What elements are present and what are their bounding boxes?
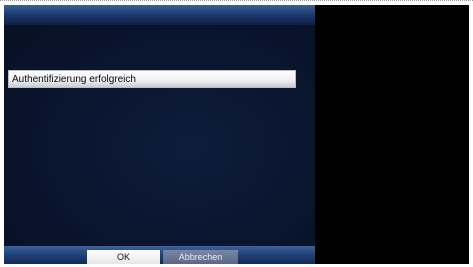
cancel-button[interactable]: Abbrechen [163,250,238,264]
dialog-header-bar [4,5,315,25]
screenshot-dotted-border [0,0,473,3]
ok-button[interactable]: OK [87,250,160,264]
ok-button-label: OK [116,252,130,262]
dialog-panel: Authentifizierung erfolgreich [4,5,315,264]
cancel-button-label: Abbrechen [178,252,223,262]
status-message-text: Authentifizierung erfolgreich [12,73,136,85]
status-message-row: Authentifizierung erfolgreich [8,70,296,88]
tv-screen: Authentifizierung erfolgreich [4,5,469,264]
